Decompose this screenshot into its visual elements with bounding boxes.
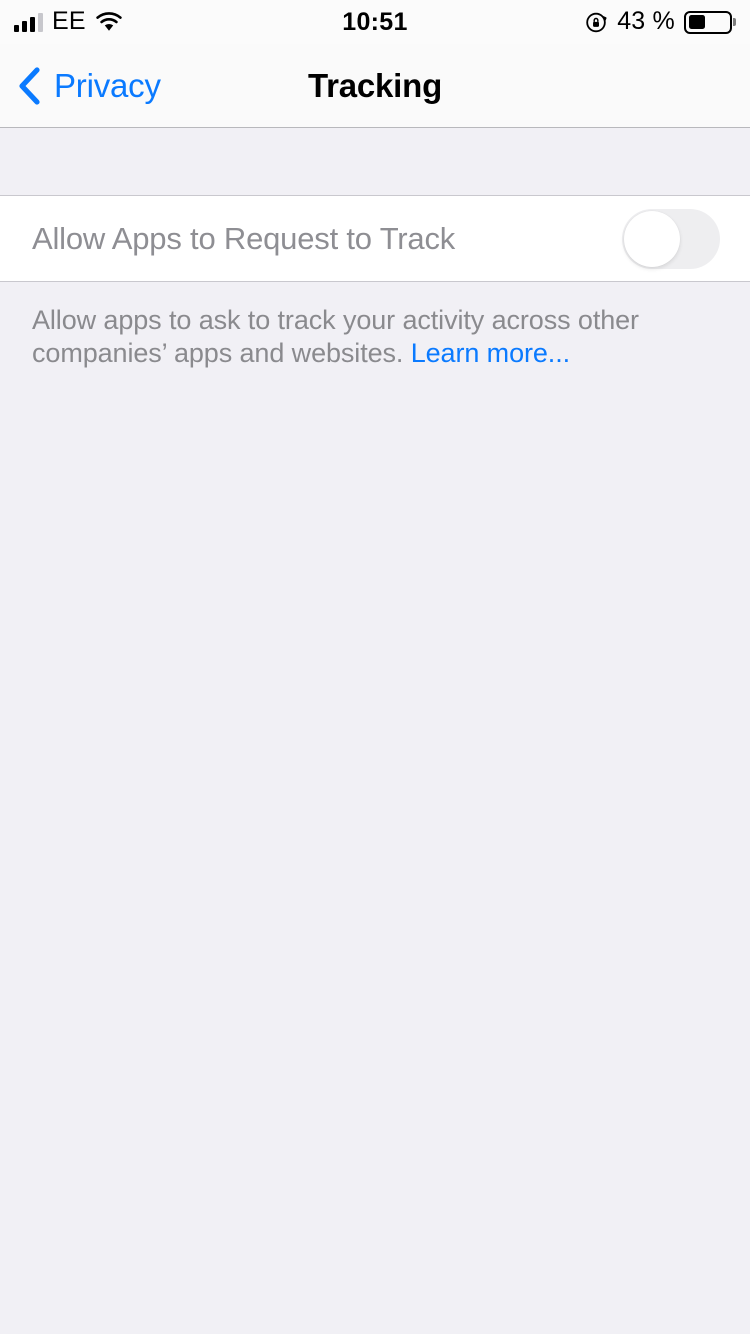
empty-area (0, 370, 750, 1334)
toggle-knob (624, 210, 680, 267)
navigation-bar: Privacy Tracking (0, 44, 750, 128)
learn-more-link[interactable]: Learn more... (411, 338, 570, 368)
battery-icon (684, 10, 732, 34)
allow-apps-to-request-to-track-row[interactable]: Allow Apps to Request to Track (0, 196, 750, 281)
cellular-signal-icon (14, 12, 43, 32)
back-button[interactable]: Privacy (0, 66, 161, 106)
section-header-spacer (0, 128, 750, 196)
status-bar-right: 43 % (585, 9, 732, 35)
section-footer-note: Allow apps to ask to track your activity… (0, 282, 700, 371)
allow-apps-to-request-to-track-toggle[interactable] (622, 208, 720, 269)
status-bar-left: EE (14, 9, 123, 35)
tracking-settings-group: Allow Apps to Request to Track (0, 196, 750, 282)
allow-apps-to-request-to-track-label: Allow Apps to Request to Track (32, 220, 456, 256)
chevron-left-icon (16, 66, 42, 106)
iphone-screen: EE 10:51 43 % Privacy Tracking Allow App… (0, 0, 750, 1334)
rotation-lock-icon (585, 11, 608, 34)
back-button-label: Privacy (54, 67, 161, 104)
battery-percent-label: 43 % (617, 7, 675, 35)
wifi-icon (95, 11, 123, 33)
settings-content: Allow Apps to Request to Track Allow app… (0, 128, 750, 1334)
carrier-name: EE (52, 7, 86, 35)
status-bar: EE 10:51 43 % (0, 0, 750, 44)
